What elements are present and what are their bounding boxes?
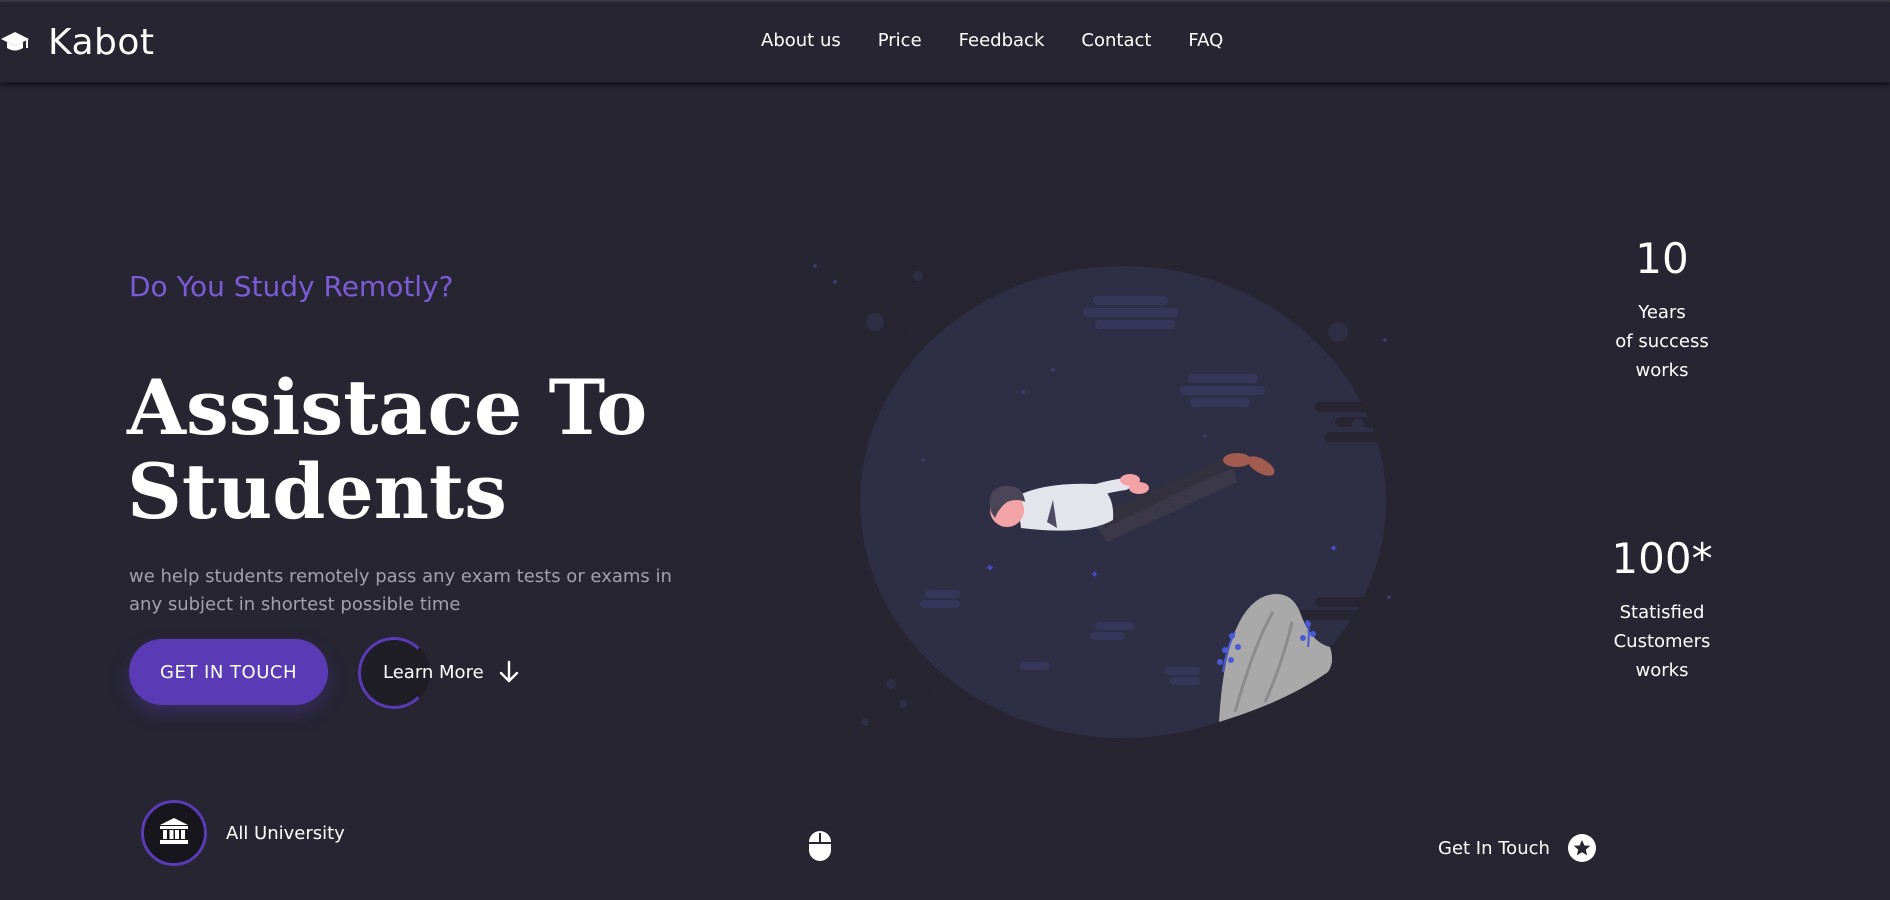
brand-name: Kabot bbox=[48, 21, 155, 63]
hero-description: we help students remotely pass any exam … bbox=[129, 566, 672, 615]
get-in-touch-link[interactable]: Get In Touch bbox=[1438, 834, 1596, 862]
svg-text:✦: ✦ bbox=[1090, 568, 1099, 581]
arrow-down-icon bbox=[498, 660, 520, 684]
stat-years-value: 10 bbox=[1635, 234, 1689, 283]
mouse-icon[interactable] bbox=[808, 830, 832, 862]
learn-more-label: Learn More bbox=[383, 661, 484, 683]
get-in-touch-button[interactable]: GET IN TOUCH bbox=[129, 639, 328, 705]
nav-link-contact[interactable]: Contact bbox=[1081, 30, 1151, 51]
main-nav: About us Price Feedback Contact FAQ bbox=[761, 30, 1260, 51]
stat-years-label-line-3: works bbox=[1635, 360, 1689, 381]
svg-text:✦: ✦ bbox=[1329, 542, 1338, 555]
all-university-label: All University bbox=[226, 822, 345, 844]
stat-years-label: Years of success works bbox=[1592, 298, 1732, 385]
university-icon bbox=[159, 817, 189, 849]
stat-customers: 100* Statisfied Customers works bbox=[1592, 534, 1732, 685]
all-university-link[interactable]: All University bbox=[141, 800, 345, 866]
brand-logo[interactable]: Kabot bbox=[0, 20, 155, 64]
person-flying-illustration: ✦ ✦ ✦ bbox=[795, 252, 1425, 742]
stat-years: 10 Years of success works bbox=[1592, 234, 1732, 385]
university-icon-circle bbox=[141, 800, 207, 866]
hero-title-line-1: Assistace To bbox=[127, 363, 648, 452]
get-in-touch-label: Get In Touch bbox=[1438, 837, 1550, 859]
nav-link-feedback[interactable]: Feedback bbox=[959, 30, 1045, 51]
hero-title: Assistace To Students bbox=[127, 366, 747, 534]
stat-customers-label-line-1: Statisfied bbox=[1619, 602, 1705, 623]
stat-customers-label-line-2: Customers bbox=[1613, 631, 1711, 652]
nav-link-price[interactable]: Price bbox=[878, 30, 922, 51]
nav-link-about[interactable]: About us bbox=[761, 30, 841, 51]
hero-title-line-2: Students bbox=[127, 447, 507, 536]
stat-customers-label: Statisfied Customers works bbox=[1592, 598, 1732, 685]
learn-more-button[interactable]: Learn More bbox=[358, 637, 520, 709]
star-icon bbox=[1567, 834, 1596, 862]
nav-link-faq[interactable]: FAQ bbox=[1188, 30, 1223, 51]
hero-subtitle: Do You Study Remotly? bbox=[129, 270, 454, 303]
stat-years-label-line-1: Years bbox=[1638, 302, 1686, 323]
stat-customers-label-line-3: works bbox=[1635, 660, 1689, 681]
stat-customers-value: 100* bbox=[1611, 534, 1713, 583]
graduation-cap-icon bbox=[0, 27, 30, 57]
stat-years-label-line-2: of success bbox=[1615, 331, 1709, 352]
navbar: Kabot About us Price Feedback Contact FA… bbox=[0, 2, 1890, 83]
svg-text:✦: ✦ bbox=[985, 561, 995, 575]
